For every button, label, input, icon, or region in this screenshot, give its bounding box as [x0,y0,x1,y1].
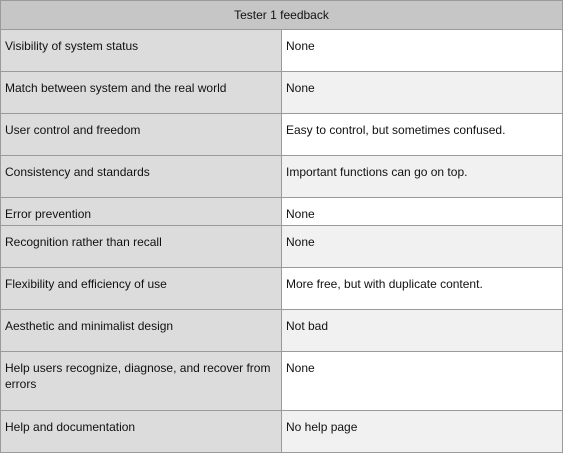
criterion-cell: Error prevention [0,197,282,226]
table-row: Help users recognize, diagnose, and reco… [0,351,563,411]
feedback-cell: Important functions can go on top. [281,155,563,198]
criterion-cell: Visibility of system status [0,29,282,72]
criterion-cell: Consistency and standards [0,155,282,198]
feedback-cell: No help page [281,410,563,453]
table-row: Match between system and the real world … [0,71,563,114]
feedback-cell: None [281,71,563,114]
table-header-row: Tester 1 feedback [0,0,563,30]
criterion-cell: User control and freedom [0,113,282,156]
table-row: Recognition rather than recall None [0,225,563,268]
table-row: Error prevention None [0,197,563,226]
table-row: Flexibility and efficiency of use More f… [0,267,563,310]
criterion-cell: Recognition rather than recall [0,225,282,268]
table-title: Tester 1 feedback [0,0,563,30]
feedback-cell: None [281,351,563,411]
criterion-cell: Help and documentation [0,410,282,453]
criterion-cell: Flexibility and efficiency of use [0,267,282,310]
table-row: Help and documentation No help page [0,410,563,453]
table-row: Consistency and standards Important func… [0,155,563,198]
feedback-cell: Easy to control, but sometimes confused. [281,113,563,156]
criterion-cell: Match between system and the real world [0,71,282,114]
criterion-cell: Help users recognize, diagnose, and reco… [0,351,282,411]
criterion-cell: Aesthetic and minimalist design [0,309,282,352]
table-row: Visibility of system status None [0,29,563,72]
table-row: User control and freedom Easy to control… [0,113,563,156]
feedback-table: Tester 1 feedback Visibility of system s… [0,0,563,453]
feedback-cell: None [281,225,563,268]
feedback-cell: None [281,197,563,226]
feedback-cell: None [281,29,563,72]
feedback-cell: Not bad [281,309,563,352]
feedback-cell: More free, but with duplicate content. [281,267,563,310]
table-row: Aesthetic and minimalist design Not bad [0,309,563,352]
